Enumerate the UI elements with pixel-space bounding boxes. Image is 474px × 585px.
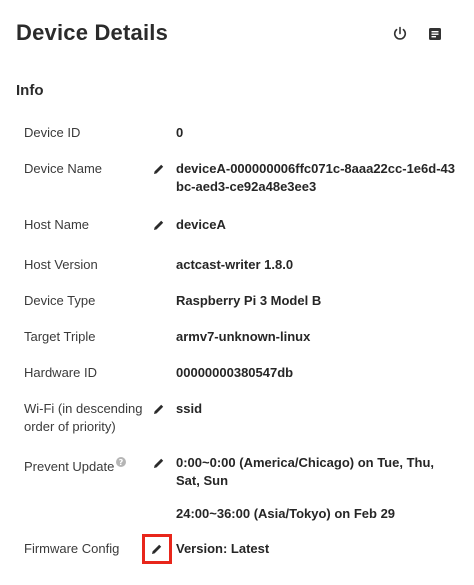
power-button[interactable] xyxy=(388,22,412,46)
value-device-type: Raspberry Pi 3 Model B xyxy=(176,293,322,308)
edit-prevent-update-button[interactable] xyxy=(150,454,168,472)
value-device-id: 0 xyxy=(176,125,184,140)
edit-device-name-button[interactable] xyxy=(150,160,168,178)
power-icon xyxy=(393,26,407,40)
pencil-icon xyxy=(152,544,162,554)
value-device-name: deviceA-000000006ffc071c-8aaa22cc-1e6d-4… xyxy=(176,161,455,194)
notes-button[interactable] xyxy=(423,22,447,46)
edit-wifi-button[interactable] xyxy=(150,400,168,418)
value-firmware-config: Version: Latest xyxy=(176,541,270,556)
label-device-name: Device Name xyxy=(24,161,103,176)
label-host-version: Host Version xyxy=(24,257,98,272)
label-target-triple: Target Triple xyxy=(24,329,96,344)
value-wifi: ssid xyxy=(176,401,203,416)
label-firmware-config: Firmware Config xyxy=(24,541,120,556)
edit-firmware-config-button[interactable] xyxy=(142,534,172,564)
notes-icon xyxy=(429,28,441,40)
label-device-type: Device Type xyxy=(24,293,96,308)
help-icon[interactable]: ? xyxy=(116,454,127,472)
pencil-icon xyxy=(154,404,164,414)
label-hardware-id: Hardware ID xyxy=(24,365,97,380)
svg-text:?: ? xyxy=(119,458,124,467)
label-device-id: Device ID xyxy=(24,125,81,140)
pencil-icon xyxy=(154,164,164,174)
label-wifi: Wi-Fi (in descending order of priority) xyxy=(24,401,143,434)
value-prevent-update-2: 24:00~36:00 (Asia/Tokyo) on Feb 29 xyxy=(176,506,396,521)
label-prevent-update-wrap: Prevent Update? xyxy=(24,454,144,476)
edit-host-name-button[interactable] xyxy=(150,216,168,234)
page-title: Device Details xyxy=(16,20,168,45)
value-hardware-id: 00000000380547db xyxy=(176,365,294,380)
pencil-icon xyxy=(154,458,164,468)
value-prevent-update-1: 0:00~0:00 (America/Chicago) on Tue, Thu,… xyxy=(176,455,435,488)
value-target-triple: armv7-unknown-linux xyxy=(176,329,311,344)
section-title-info: Info xyxy=(16,82,44,99)
label-prevent-update: Prevent Update xyxy=(24,459,115,474)
pencil-icon xyxy=(154,220,164,230)
value-host-name: deviceA xyxy=(176,217,226,232)
value-host-version: actcast-writer 1.8.0 xyxy=(176,257,294,272)
label-host-name: Host Name xyxy=(24,217,90,232)
